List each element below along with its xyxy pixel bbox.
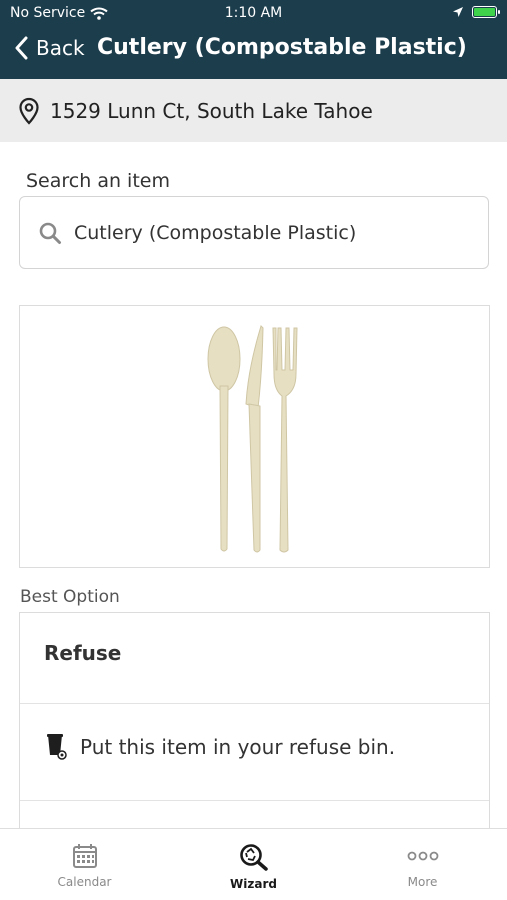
wizard-search-icon [239, 844, 268, 871]
tab-more[interactable]: More [338, 829, 507, 900]
option-instruction: Put this item in your refuse bin. [80, 735, 396, 759]
navigation-bar: Back Cutlery (Compostable Plastic) [0, 32, 507, 72]
back-button[interactable]: Back [14, 36, 85, 60]
back-label: Back [36, 36, 85, 60]
status-right [452, 6, 500, 18]
search-icon [39, 222, 61, 244]
refuse-bin-icon [47, 734, 67, 760]
status-time: 1:10 AM [224, 5, 283, 21]
option-title: Refuse [44, 641, 122, 665]
tab-label: Calendar [57, 875, 112, 889]
search-label: Search an item [26, 170, 170, 192]
header: No Service 1:10 AM Back Cutlery (Compost… [0, 0, 507, 79]
page-title: Cutlery (Compostable Plastic) [97, 35, 467, 60]
tab-bar: Calendar Wizard More [0, 828, 507, 900]
location-arrow-icon [453, 7, 463, 17]
cutlery-image [207, 325, 298, 553]
more-icon [407, 851, 438, 861]
tab-wizard[interactable]: Wizard [169, 829, 338, 900]
tab-label: More [407, 875, 438, 889]
status-bar: No Service 1:10 AM [0, 0, 507, 28]
divider [20, 703, 489, 704]
battery-icon [472, 6, 500, 18]
option-instruction-row: Put this item in your refuse bin. [46, 733, 395, 761]
best-option-label: Best Option [20, 587, 120, 607]
location-pin-icon [19, 97, 39, 125]
tab-label: Wizard [230, 877, 277, 891]
item-image-card [19, 305, 490, 568]
address-text: 1529 Lunn Ct, South Lake Tahoe [50, 98, 373, 123]
calendar-icon [72, 844, 97, 868]
divider [20, 800, 489, 801]
chevron-left-icon [15, 36, 28, 60]
address-bar[interactable]: 1529 Lunn Ct, South Lake Tahoe [0, 79, 507, 142]
search-input[interactable]: Cutlery (Compostable Plastic) [19, 196, 489, 269]
best-option-card: Refuse Put this item in your refuse bin. [19, 612, 490, 852]
tab-calendar[interactable]: Calendar [0, 829, 169, 900]
search-value: Cutlery (Compostable Plastic) [74, 221, 357, 244]
